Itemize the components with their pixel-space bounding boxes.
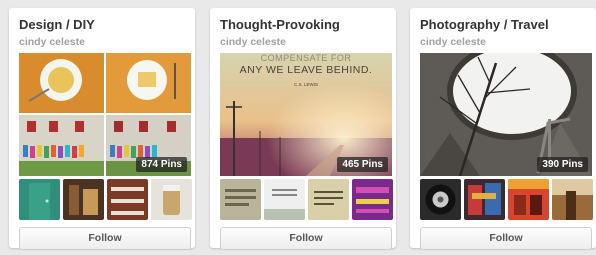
cover-quote-author: C.S. LEWIS: [294, 82, 318, 87]
thumbnail-3[interactable]: [308, 179, 349, 220]
cover-quote-line: ANY WE LEAVE BEHIND.: [240, 64, 373, 76]
board-thumbnails: [19, 179, 192, 220]
pin-count-badge: 465 Pins: [337, 157, 388, 172]
thumbnail-4[interactable]: [552, 179, 593, 220]
board-title[interactable]: Photography / Travel: [420, 17, 549, 32]
board-cover[interactable]: 874 Pins: [19, 53, 191, 176]
thumbnail-4[interactable]: [151, 179, 192, 220]
board-cover[interactable]: 390 Pins: [420, 53, 592, 176]
board-thumbnails: [220, 179, 393, 220]
board-owner[interactable]: cindy celeste: [220, 36, 286, 48]
follow-button[interactable]: Follow: [220, 227, 392, 250]
thumbnail-4[interactable]: [352, 179, 393, 220]
thumbnail-2[interactable]: [264, 179, 305, 220]
thumbnail-1[interactable]: [220, 179, 261, 220]
pin-count-badge: 874 Pins: [136, 157, 187, 172]
board-owner[interactable]: cindy celeste: [420, 36, 486, 48]
board-card-thought-provoking[interactable]: Thought-Provoking cindy celeste COMPENSA…: [210, 8, 396, 250]
board-card-photography-travel[interactable]: Photography / Travel cindy celeste 390 P…: [410, 8, 596, 250]
follow-button[interactable]: Follow: [19, 227, 191, 250]
thumbnail-1[interactable]: [19, 179, 60, 220]
board-thumbnails: [420, 179, 593, 220]
board-title[interactable]: Thought-Provoking: [220, 17, 340, 32]
svg-text:COMPENSATE FOR: COMPENSATE FOR: [261, 53, 352, 63]
board-card-design-diy[interactable]: Design / DIY cindy celeste 874 Pins Foll…: [9, 8, 195, 250]
thumbnail-2[interactable]: [464, 179, 505, 220]
thumbnail-1[interactable]: [420, 179, 461, 220]
thumbnail-3[interactable]: [107, 179, 148, 220]
pin-count-badge: 390 Pins: [537, 157, 588, 172]
board-owner[interactable]: cindy celeste: [19, 36, 85, 48]
follow-button[interactable]: Follow: [420, 227, 592, 250]
thumbnail-3[interactable]: [508, 179, 549, 220]
board-cover[interactable]: COMPENSATE FOR ANY WE LEAVE BEHIND. C.S.…: [220, 53, 392, 176]
board-title[interactable]: Design / DIY: [19, 17, 95, 32]
thumbnail-2[interactable]: [63, 179, 104, 220]
